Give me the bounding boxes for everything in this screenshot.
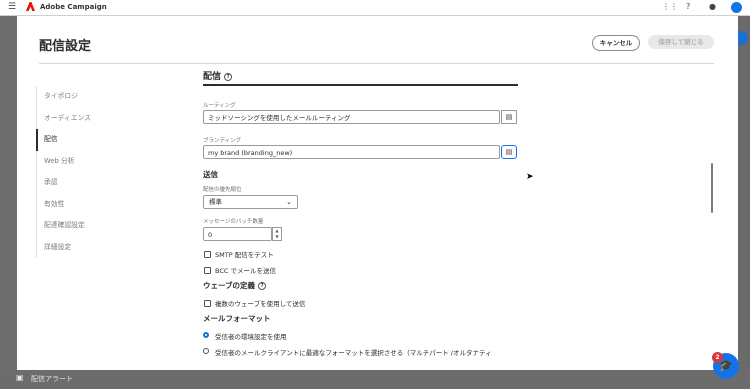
send-title: 送信 [203,170,218,179]
mail-format-title: メールフォーマット [203,314,271,323]
scrollbar[interactable] [711,163,713,213]
header-divider [39,63,714,64]
client-format-label: 受信者のメールクライアントに最適なフォーマットを選択させる（マルチパート /オル… [215,349,492,357]
recipient-preference-radio[interactable] [203,332,209,338]
nav-item-delivery[interactable]: 配信 [36,129,186,151]
branding-picker-button[interactable]: ▤ [501,145,517,159]
folder-picker-icon: ▤ [505,113,513,121]
menu-icon[interactable]: ☰ [8,2,16,12]
help-icon[interactable]: ? [686,2,690,11]
bcc-checkbox[interactable] [204,267,211,274]
bcc-label: BCC でメールを送信 [215,267,276,275]
section-title-text: 配信 [203,72,222,82]
folder-picker-icon: ▤ [505,148,513,156]
recipient-preference-label: 受信者の環境設定を使用 [215,333,287,341]
smtp-test-checkbox[interactable] [204,251,211,258]
priority-select[interactable]: 標準 ⌄ [203,195,298,209]
info-icon[interactable]: ? [258,282,267,290]
priority-label: 配信の優先順位 [203,187,242,193]
avatar[interactable] [731,2,742,13]
delivery-alert-item[interactable]: 配信アラート [31,374,73,384]
apps-grid-icon[interactable]: ⋮⋮ [662,2,678,11]
wave-title: ウェーブの定義? [203,280,267,291]
wave-title-text: ウェーブの定義 [203,281,256,290]
alert-icon: ▣ [16,373,24,382]
save-and-close-button[interactable]: 保存して閉じる [648,35,714,49]
settings-nav: タイポロジ オーディエンス 配信 Web 分析 承認 有効性 配達確認設定 詳細… [36,86,186,258]
nav-item-proof-settings[interactable]: 配達確認設定 [36,215,186,237]
app-title: Adobe Campaign [40,3,107,11]
cursor-icon: ➤ [526,172,534,182]
smtp-test-label: SMTP 配信をテスト [215,251,274,259]
nav-item-web-analytics[interactable]: Web 分析 [36,150,186,172]
notification-badge: 2 [712,352,723,363]
section-rule [203,84,518,86]
priority-value: 標準 [209,198,222,206]
dialog-title: 配信設定 [39,39,92,54]
batch-quantity-input[interactable]: 0 [203,227,272,241]
batch-stepper[interactable]: ▲ ▼ [272,227,282,241]
nav-item-approval[interactable]: 承認 [36,172,186,194]
branding-field[interactable]: my brand (branding_new) [203,145,500,159]
client-format-radio[interactable] [203,348,209,354]
background-bottom-bar: ▣ 配信アラート [0,370,750,389]
adobe-logo-icon [26,2,35,11]
nav-item-typology[interactable]: タイポロジ [36,86,186,108]
branding-label: ブランディング [203,138,242,144]
top-bar: ☰ Adobe Campaign ⋮⋮ ? ● [0,0,750,16]
multi-wave-checkbox[interactable] [204,300,211,307]
nav-item-validity[interactable]: 有効性 [36,193,186,215]
delivery-settings-dialog: 配信設定 キャンセル 保存して閉じる タイポロジ オーディエンス 配信 Web … [17,16,738,370]
chevron-down-icon: ⌄ [286,198,292,206]
routing-picker-button[interactable]: ▤ [501,110,517,124]
multi-wave-label: 複数のウェーブを使用して送信 [215,300,306,308]
routing-label: ルーティング [203,103,236,109]
info-icon[interactable]: ? [224,72,233,81]
batch-label: メッセージのバッチ数量 [203,219,264,225]
bell-icon[interactable]: ● [709,2,716,11]
routing-field[interactable]: ミッドソーシングを使用したメールルーティング [203,110,500,124]
nav-item-audience[interactable]: オーディエンス [36,107,186,129]
cancel-button[interactable]: キャンセル [592,35,640,51]
nav-item-advanced[interactable]: 詳細設定 [36,236,186,258]
section-title: 配信? [203,69,233,82]
